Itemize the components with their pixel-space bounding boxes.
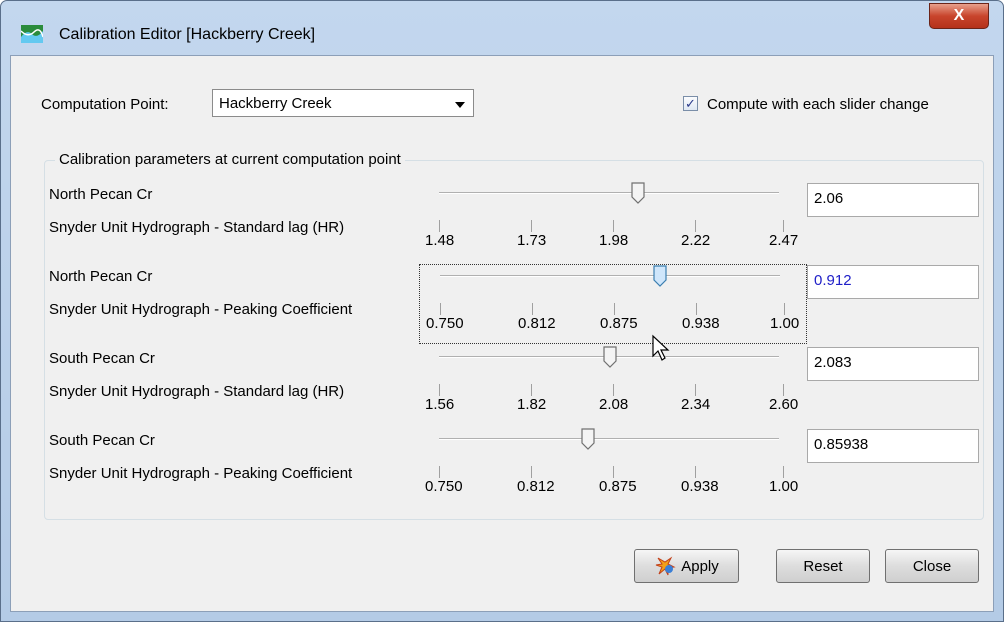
close-button[interactable]: Close <box>885 549 979 583</box>
computation-point-label: Computation Point: <box>41 96 169 113</box>
slider-tick-label: 1.48 <box>425 232 455 249</box>
dialog-body: Computation Point: Hackberry Creek ✓ Com… <box>10 55 994 612</box>
reset-button[interactable]: Reset <box>776 549 870 583</box>
title-bar[interactable]: Calibration Editor [Hackberry Creek] X <box>1 1 1003 55</box>
close-label: Close <box>912 557 952 575</box>
slider-tick-label: 2.34 <box>681 396 711 413</box>
parameter-value-field[interactable]: 2.083 <box>807 347 979 381</box>
slider-thumb[interactable] <box>653 265 667 287</box>
slider-tick-label: 0.875 <box>599 478 637 495</box>
slider-tick-label: 1.82 <box>517 396 547 413</box>
parameter-description: Snyder Unit Hydrograph - Standard lag (H… <box>49 383 345 400</box>
slider-tick <box>531 384 532 396</box>
slider-tick-label: 0.750 <box>425 478 463 495</box>
slider-tick <box>440 303 441 315</box>
slider-tick <box>439 220 440 232</box>
slider-tick <box>696 303 697 315</box>
slider-tick <box>531 466 532 478</box>
slider-tick <box>613 466 614 478</box>
slider-tick-label: 1.98 <box>599 232 629 249</box>
computation-point-value: Hackberry Creek <box>219 95 332 112</box>
slider-tick-label: 0.938 <box>682 315 720 332</box>
slider-tick-label: 1.56 <box>425 396 455 413</box>
slider-tick <box>532 303 533 315</box>
parameter-slider[interactable]: 0.750 0.812 0.875 0.938 1.00 <box>419 428 807 508</box>
apply-button[interactable]: Apply <box>634 549 739 583</box>
slider-tick <box>783 384 784 396</box>
slider-thumb[interactable] <box>631 182 645 204</box>
slider-tick-label: 1.73 <box>517 232 547 249</box>
parameter-slider[interactable]: 1.48 1.73 1.98 2.22 2.47 <box>419 182 807 262</box>
parameter-name: North Pecan Cr <box>49 268 153 285</box>
parameter-name: South Pecan Cr <box>49 432 155 449</box>
chevron-down-icon <box>455 102 465 108</box>
slider-track <box>439 438 779 440</box>
parameter-value-field[interactable]: 2.06 <box>807 183 979 217</box>
reset-label: Reset <box>803 557 843 575</box>
slider-tick <box>783 466 784 478</box>
window-close-button[interactable]: X <box>929 3 989 29</box>
slider-tick-label: 0.750 <box>426 315 464 332</box>
apply-icon <box>656 556 676 576</box>
slider-tick-label: 0.938 <box>681 478 719 495</box>
slider-tick <box>695 220 696 232</box>
parameter-value-field[interactable]: 0.912 <box>807 265 979 299</box>
computation-point-select[interactable]: Hackberry Creek <box>212 89 474 117</box>
slider-tick-label: 0.875 <box>600 315 638 332</box>
slider-track <box>440 275 780 277</box>
parameter-name: North Pecan Cr <box>49 186 153 203</box>
slider-tick <box>439 466 440 478</box>
slider-tick-label: 0.812 <box>517 478 555 495</box>
slider-tick-label: 2.60 <box>769 396 799 413</box>
parameter-description: Snyder Unit Hydrograph - Peaking Coeffic… <box>49 301 353 318</box>
close-icon: X <box>953 7 965 24</box>
slider-tick <box>614 303 615 315</box>
slider-track <box>439 192 779 194</box>
slider-tick-label: 1.00 <box>769 478 799 495</box>
slider-tick-label: 2.08 <box>599 396 629 413</box>
compute-with-slider-checkbox[interactable]: ✓ <box>683 96 698 111</box>
slider-tick <box>531 220 532 232</box>
slider-tick <box>783 220 784 232</box>
slider-thumb[interactable] <box>581 428 595 450</box>
parameter-slider[interactable]: 1.56 1.82 2.08 2.34 2.60 <box>419 346 807 426</box>
slider-tick-label: 1.00 <box>770 315 800 332</box>
apply-label: Apply <box>681 557 719 575</box>
slider-tick-label: 2.22 <box>681 232 711 249</box>
slider-tick <box>695 466 696 478</box>
slider-tick-label: 0.812 <box>518 315 556 332</box>
slider-tick-label: 2.47 <box>769 232 799 249</box>
parameter-slider[interactable]: 0.750 0.812 0.875 0.938 1.00 <box>419 264 807 344</box>
parameter-value-field[interactable]: 0.85938 <box>807 429 979 463</box>
calibration-app-icon <box>21 25 43 43</box>
mouse-cursor-icon <box>652 334 670 361</box>
slider-thumb[interactable] <box>603 346 617 368</box>
calibration-editor-window: Calibration Editor [Hackberry Creek] X C… <box>0 0 1004 622</box>
slider-tick <box>695 384 696 396</box>
slider-tick <box>613 384 614 396</box>
checkmark-icon: ✓ <box>685 96 696 111</box>
parameter-description: Snyder Unit Hydrograph - Peaking Coeffic… <box>49 465 353 482</box>
parameter-description: Snyder Unit Hydrograph - Standard lag (H… <box>49 219 345 236</box>
compute-with-slider-label[interactable]: Compute with each slider change <box>707 96 929 113</box>
slider-tick <box>439 384 440 396</box>
slider-tick <box>613 220 614 232</box>
calibration-parameters-title: Calibration parameters at current comput… <box>55 151 405 168</box>
slider-tick <box>784 303 785 315</box>
window-title: Calibration Editor [Hackberry Creek] <box>59 26 316 43</box>
parameter-name: South Pecan Cr <box>49 350 155 367</box>
